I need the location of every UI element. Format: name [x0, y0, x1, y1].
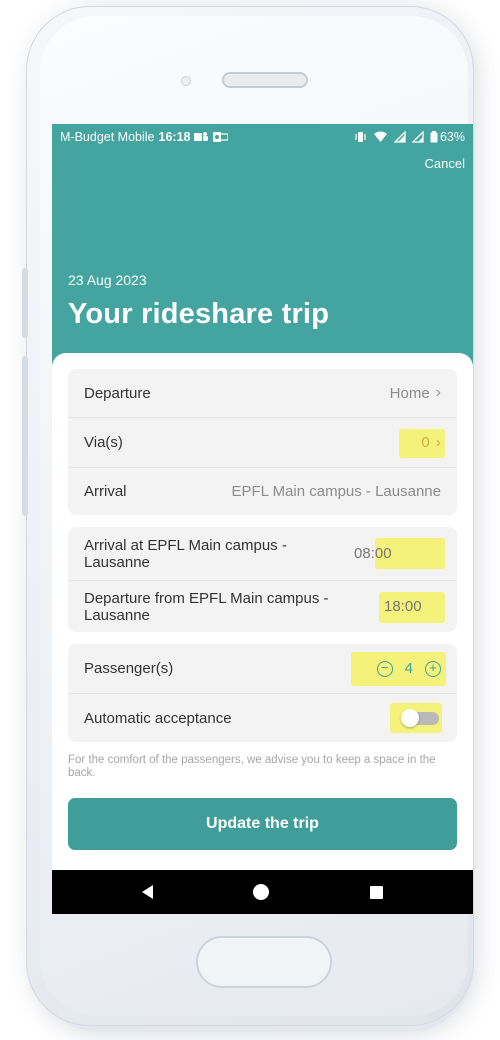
home-icon[interactable]: [253, 884, 270, 900]
back-icon[interactable]: [142, 885, 154, 899]
passenger-count: 4: [404, 660, 413, 677]
passengers-label: Passenger(s): [84, 660, 174, 677]
departure-time-value[interactable]: 18:00: [384, 598, 422, 615]
trip-date: 23 Aug 2023: [68, 272, 147, 288]
arrival-time-value[interactable]: 08:00: [354, 545, 392, 562]
vibrate-icon: [355, 132, 366, 142]
passengers-row: Passenger(s) − 4 +: [68, 644, 457, 693]
arrival-value: EPFL Main campus - Lausanne: [231, 483, 441, 500]
departure-label: Departure: [84, 384, 151, 402]
wifi-icon: [373, 131, 387, 142]
outlook-icon: [213, 132, 229, 142]
status-time: 16:18: [158, 130, 191, 144]
via-label: Via(s): [84, 434, 123, 451]
auto-accept-label: Automatic acceptance: [84, 709, 232, 727]
chevron-right-icon: ›: [435, 433, 441, 451]
plus-icon[interactable]: +: [425, 660, 441, 677]
update-trip-button[interactable]: Update the trip: [68, 798, 457, 850]
signal-icon: [393, 131, 406, 143]
recent-apps-icon[interactable]: [369, 885, 383, 899]
volume-up-button: [22, 268, 28, 338]
front-camera: [181, 76, 191, 86]
phone-screen: M-Budget Mobile 16:18 63% Cancel 23 Aug …: [52, 124, 473, 914]
departure-time-label: Departure from EPFL Main campus - Lausan…: [84, 589, 329, 624]
comfort-hint: For the comfort of the passengers, we ad…: [68, 754, 436, 779]
route-card: Departure Home › Via(s) 0 › Arrival EPFL…: [68, 369, 457, 515]
page-title: Your rideshare trip: [68, 298, 330, 330]
volume-down-button: [22, 356, 28, 516]
battery-icon: [430, 131, 438, 143]
teams-icon: [194, 132, 209, 141]
arrival-row[interactable]: Arrival EPFL Main campus - Lausanne: [68, 467, 457, 515]
carrier-name: M-Budget Mobile: [60, 130, 155, 144]
passenger-stepper: − 4 +: [376, 660, 441, 677]
arrival-time-row[interactable]: Arrival at EPFL Main campus - Lausanne 0…: [68, 527, 457, 580]
status-bar: M-Budget Mobile 16:18 63%: [52, 124, 473, 150]
auto-accept-row: Automatic acceptance: [68, 693, 457, 742]
auto-accept-toggle[interactable]: [401, 709, 441, 727]
departure-time-row[interactable]: Departure from EPFL Main campus - Lausan…: [68, 580, 457, 632]
hardware-home-button[interactable]: [196, 936, 332, 988]
chevron-right-icon: ›: [435, 384, 441, 401]
arrival-label: Arrival: [84, 483, 127, 500]
passengers-card: Passenger(s) − 4 + Automatic acceptance: [68, 644, 457, 742]
battery-percent: 63%: [439, 130, 465, 144]
via-value: 0: [421, 434, 430, 451]
via-row[interactable]: Via(s) 0 ›: [68, 417, 457, 467]
toggle-knob: [401, 709, 419, 727]
departure-value: Home: [389, 384, 430, 402]
departure-row[interactable]: Departure Home ›: [68, 369, 457, 417]
earpiece-speaker: [222, 72, 308, 88]
arrival-time-label: Arrival at EPFL Main campus - Lausanne: [84, 536, 287, 571]
trip-sheet: Departure Home › Via(s) 0 › Arrival EPFL…: [52, 353, 473, 870]
schedule-card: Arrival at EPFL Main campus - Lausanne 0…: [68, 527, 457, 632]
minus-icon[interactable]: −: [376, 660, 393, 677]
android-nav-bar: [52, 870, 473, 914]
signal-icon: [411, 131, 424, 143]
cancel-button[interactable]: Cancel: [425, 156, 465, 171]
